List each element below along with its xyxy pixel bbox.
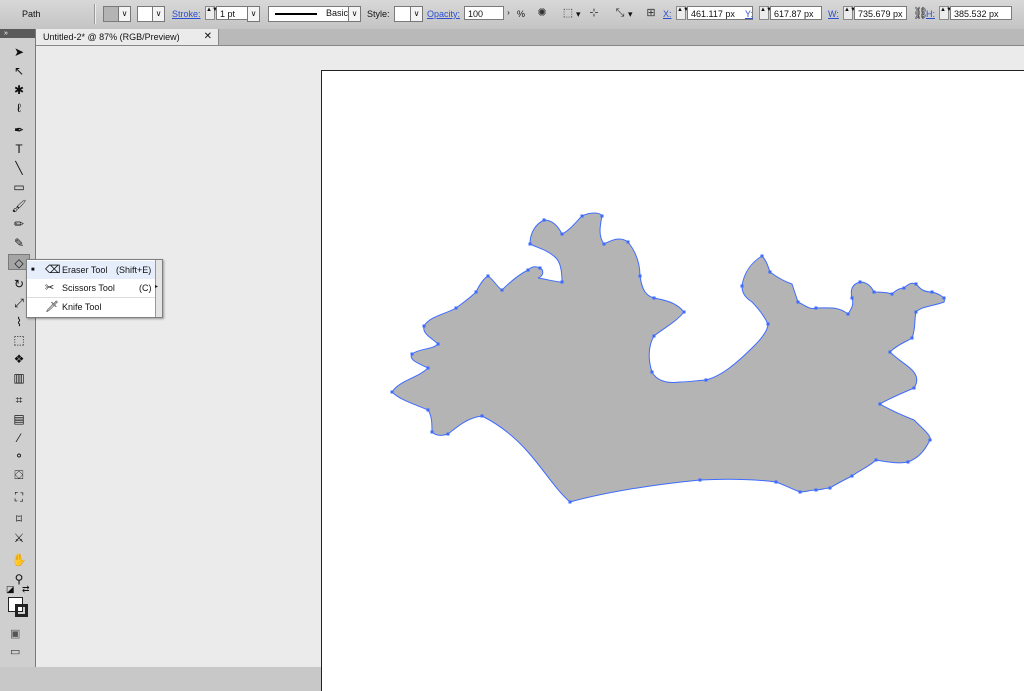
anchor-point[interactable] <box>828 486 832 490</box>
anchor-point[interactable] <box>850 474 854 478</box>
anchor-point[interactable] <box>430 430 434 434</box>
anchor-point[interactable] <box>602 242 606 246</box>
eraser-tool-label: Eraser Tool <box>62 265 108 275</box>
anchor-point[interactable] <box>454 306 458 310</box>
anchor-point[interactable] <box>426 366 430 370</box>
anchor-point[interactable] <box>846 312 850 316</box>
anchor-point[interactable] <box>652 296 656 300</box>
anchor-point[interactable] <box>436 342 440 346</box>
anchor-point[interactable] <box>890 292 894 296</box>
anchor-point[interactable] <box>560 280 564 284</box>
anchor-point[interactable] <box>486 274 490 278</box>
anchor-point[interactable] <box>850 296 854 300</box>
anchor-point[interactable] <box>888 350 892 354</box>
anchor-point[interactable] <box>446 432 450 436</box>
selected-bullet: ■ <box>31 267 35 273</box>
anchor-point[interactable] <box>538 266 542 270</box>
anchor-point[interactable] <box>568 500 572 504</box>
anchor-point[interactable] <box>390 390 394 394</box>
anchor-point[interactable] <box>902 286 906 290</box>
anchor-point[interactable] <box>942 296 946 300</box>
scissors-tool-menu-item[interactable]: ✂ Scissors Tool (C) <box>27 279 155 297</box>
anchor-point[interactable] <box>760 254 764 258</box>
anchor-point[interactable] <box>626 240 630 244</box>
anchor-point[interactable] <box>774 480 778 484</box>
knife-icon: 🗡 <box>45 301 59 313</box>
anchor-point[interactable] <box>814 488 818 492</box>
anchor-point[interactable] <box>638 274 642 278</box>
anchor-point[interactable] <box>652 334 656 338</box>
anchor-point[interactable] <box>796 300 800 304</box>
eraser-tool-shortcut: (Shift+E) <box>116 265 152 275</box>
anchor-point[interactable] <box>580 214 584 218</box>
anchor-point[interactable] <box>930 290 934 294</box>
anchor-point[interactable] <box>422 324 426 328</box>
anchor-point[interactable] <box>474 290 478 294</box>
anchor-point[interactable] <box>480 414 484 418</box>
anchor-point[interactable] <box>526 268 530 272</box>
anchor-point[interactable] <box>814 306 818 310</box>
anchor-point[interactable] <box>426 408 430 412</box>
anchor-point[interactable] <box>698 478 702 482</box>
scissors-tool-shortcut: (C) <box>139 283 152 293</box>
tearoff-arrow-icon[interactable]: ▸ <box>155 283 158 290</box>
knife-tool-label: Knife Tool <box>62 302 102 312</box>
anchor-point[interactable] <box>914 310 918 314</box>
anchor-point[interactable] <box>528 242 532 246</box>
anchor-point[interactable] <box>410 352 414 356</box>
anchor-point[interactable] <box>798 490 802 494</box>
scissors-tool-label: Scissors Tool <box>62 283 115 293</box>
anchor-point[interactable] <box>650 370 654 374</box>
anchor-point[interactable] <box>560 232 564 236</box>
anchor-point[interactable] <box>914 282 918 286</box>
anchor-point[interactable] <box>682 310 686 314</box>
eraser-tool-menu-item[interactable]: ■ ⌫ Eraser Tool (Shift+E) <box>27 261 155 279</box>
anchor-point[interactable] <box>704 378 708 382</box>
eraser-icon: ⌫ <box>45 264 61 276</box>
anchor-point[interactable] <box>912 386 916 390</box>
anchor-point[interactable] <box>858 280 862 284</box>
anchor-point[interactable] <box>874 458 878 462</box>
anchor-point[interactable] <box>928 438 932 442</box>
anchor-point[interactable] <box>906 460 910 464</box>
anchor-point[interactable] <box>766 322 770 326</box>
eraser-tools-flyout: ■ ⌫ Eraser Tool (Shift+E) ✂ Scissors Too… <box>26 259 163 318</box>
path-outline <box>391 212 945 503</box>
anchor-point[interactable] <box>542 218 546 222</box>
anchor-point[interactable] <box>878 402 882 406</box>
knife-tool-menu-item[interactable]: 🗡 Knife Tool <box>27 297 155 316</box>
scissors-icon: ✂ <box>45 282 55 294</box>
anchor-point[interactable] <box>872 290 876 294</box>
anchor-point[interactable] <box>910 336 914 340</box>
anchor-point[interactable] <box>600 214 604 218</box>
selected-path-shape[interactable] <box>0 0 1024 667</box>
anchor-point[interactable] <box>768 270 772 274</box>
anchor-point[interactable] <box>500 288 504 292</box>
anchor-point[interactable] <box>740 284 744 288</box>
